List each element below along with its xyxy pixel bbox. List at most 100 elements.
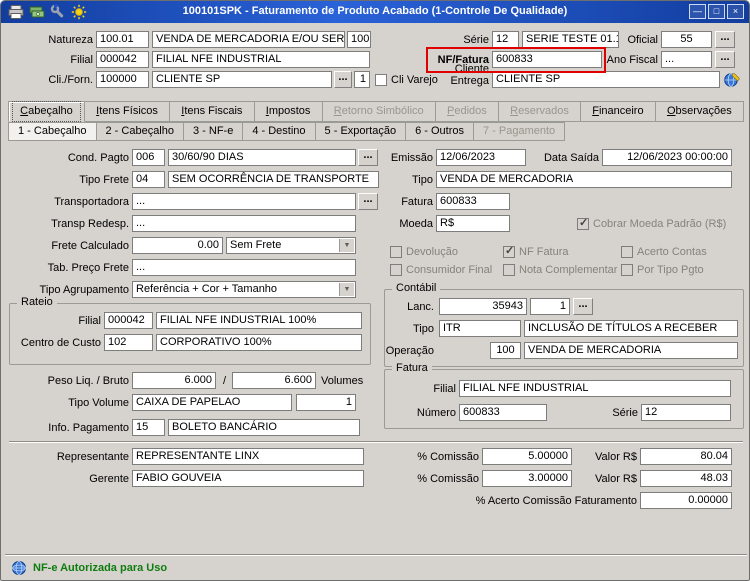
volumes-field[interactable]: 1 [296, 394, 356, 411]
tipo-label: Tipo [412, 174, 433, 186]
transp-redesp-field[interactable]: ... [132, 215, 356, 232]
lanc-browse-button[interactable]: ... [573, 298, 593, 315]
natureza-desc-field[interactable]: VENDA DE MERCADORIA E/OU SERVI [152, 31, 345, 48]
tab-observacoes[interactable]: Observações [655, 101, 744, 122]
ano-fiscal-label: Ano Fiscal [606, 54, 658, 66]
peso-liquido-field[interactable]: 6.000 [132, 372, 216, 389]
gerente-field[interactable]: FABIO GOUVEIA [132, 470, 364, 487]
centro-custo-desc-field[interactable]: CORPORATIVO 100% [156, 334, 362, 351]
representante-field[interactable]: REPRESENTANTE LINX [132, 448, 364, 465]
cli-forn-browse-button[interactable]: ... [334, 71, 352, 88]
natureza-extra-field[interactable]: 100 [347, 31, 371, 48]
tab-financeiro[interactable]: Financeiro [581, 101, 656, 122]
lanc-field[interactable]: 35943 [439, 298, 527, 315]
operacao-code-field[interactable]: 100 [490, 342, 521, 359]
centro-custo-code-field[interactable]: 102 [104, 334, 153, 351]
tipo-agrupamento-combobox[interactable]: Referência + Cor + Tamanho ▼ [132, 281, 356, 298]
tab-itens-fisicos-label: Itens Físicos [96, 105, 158, 117]
fatura-field[interactable]: 600833 [436, 193, 510, 210]
pct-comissao-rep-field[interactable]: 5.00000 [482, 448, 572, 465]
nf-fatura-field[interactable]: 600833 [492, 51, 602, 68]
globe-edit-icon[interactable] [723, 71, 740, 88]
tab-itens-fiscais[interactable]: Itens Fiscais [170, 101, 255, 122]
cli-forn-code-field[interactable]: 100000 [96, 71, 149, 88]
cli-forn-desc-field[interactable]: CLIENTE SP [152, 71, 332, 88]
filial-desc-field[interactable]: FILIAL NFE INDUSTRIAL [152, 51, 370, 68]
tab-cabecalho[interactable]: Cabeçalho [8, 101, 85, 122]
tipo-agrupamento-value: Referência + Cor + Tamanho [136, 283, 278, 295]
nota-complementar-checkbox [503, 264, 515, 276]
fatura-serie-field[interactable]: 12 [641, 404, 731, 421]
sub-tab-bar: 1 - Cabeçalho 2 - Cabeçalho 3 - NF-e 4 -… [8, 122, 566, 141]
tipo-frete-label: Tipo Frete [79, 174, 129, 186]
filial-code-field[interactable]: 000042 [96, 51, 149, 68]
numero-field[interactable]: 600833 [459, 404, 547, 421]
frete-tipo-combobox[interactable]: Sem Frete ▼ [226, 237, 356, 254]
representante-label: Representante [56, 451, 129, 463]
sun-icon[interactable] [71, 4, 87, 20]
tab-itens-fiscais-label: Itens Fiscais [181, 105, 243, 117]
fatura-serie-label: Série [612, 407, 638, 419]
cond-pagto-label: Cond. Pagto [67, 152, 129, 164]
printer-icon[interactable] [8, 4, 24, 20]
serie-code-field[interactable]: 12 [492, 31, 519, 48]
valor-rep-field[interactable]: 80.04 [640, 448, 732, 465]
cli-varejo-checkbox[interactable] [375, 74, 387, 86]
rateio-filial-desc-field[interactable]: FILIAL NFE INDUSTRIAL 100% [156, 312, 362, 329]
wrench-icon[interactable] [50, 4, 66, 20]
app-window: 100101SPK - Faturamento de Produto Acaba… [0, 0, 750, 581]
subtab-1-cabecalho[interactable]: 1 - Cabeçalho [8, 122, 97, 141]
por-tipo-pgto-label: Por Tipo Pgto [637, 264, 704, 276]
globe-icon [11, 560, 27, 576]
chevron-down-icon[interactable]: ▼ [339, 239, 354, 252]
emissao-field[interactable]: 12/06/2023 [436, 149, 526, 166]
cliente-entrega-field[interactable]: CLIENTE SP [492, 71, 720, 88]
data-saida-field[interactable]: 12/06/2023 00:00:00 [602, 149, 732, 166]
subtab-5-exportacao[interactable]: 5 - Exportação [315, 122, 407, 141]
subtab-2-cabecalho[interactable]: 2 - Cabeçalho [96, 122, 184, 141]
close-button[interactable]: × [727, 4, 744, 19]
transportadora-field[interactable]: ... [132, 193, 356, 210]
minimize-button[interactable]: — [689, 4, 706, 19]
window-controls: — □ × [689, 4, 744, 19]
valor-rep-label: Valor R$ [595, 451, 637, 463]
oficial-field[interactable]: 55 [661, 31, 712, 48]
money-icon[interactable] [29, 4, 45, 20]
section-divider [9, 441, 743, 443]
info-pagamento-code-field[interactable]: 15 [132, 419, 165, 436]
lanc-seq-field[interactable]: 1 [530, 298, 570, 315]
tipo-field[interactable]: VENDA DE MERCADORIA [436, 171, 732, 188]
ano-fiscal-browse-button[interactable]: ... [715, 51, 735, 68]
subtab-4-destino[interactable]: 4 - Destino [243, 122, 316, 141]
moeda-field[interactable]: R$ [436, 215, 510, 232]
cond-pagto-code-field[interactable]: 006 [132, 149, 165, 166]
frete-calculado-field[interactable]: 0.00 [132, 237, 223, 254]
contabil-tipo-desc-field[interactable]: INCLUSÃO DE TÍTULOS A RECEBER [524, 320, 738, 337]
info-pagamento-desc-field[interactable]: BOLETO BANCÁRIO [168, 419, 360, 436]
lanc-label: Lanc. [407, 301, 434, 313]
contabil-tipo-code-field[interactable]: ITR [439, 320, 521, 337]
tab-impostos[interactable]: Impostos [254, 101, 323, 122]
tab-impostos-label: Impostos [265, 105, 311, 117]
natureza-code-field[interactable]: 100.01 [96, 31, 149, 48]
tipo-frete-code-field[interactable]: 04 [132, 171, 165, 188]
tab-itens-fisicos[interactable]: Itens Físicos [84, 101, 171, 122]
valor-ger-field[interactable]: 48.03 [640, 470, 732, 487]
contabil-tipo-label: Tipo [413, 323, 434, 335]
acerto-comissao-field[interactable]: 0.00000 [640, 492, 732, 509]
fatura-filial-field[interactable]: FILIAL NFE INDUSTRIAL [459, 380, 731, 397]
subtab-3-nfe[interactable]: 3 - NF-e [184, 122, 244, 141]
pct-comissao-ger-field[interactable]: 3.00000 [482, 470, 572, 487]
rateio-filial-code-field[interactable]: 000042 [104, 312, 153, 329]
subtab-6-outros[interactable]: 6 - Outros [406, 122, 474, 141]
operacao-desc-field[interactable]: VENDA DE MERCADORIA [524, 342, 738, 359]
tab-preco-frete-field[interactable]: ... [132, 259, 356, 276]
cli-forn-seq-field[interactable]: 1 [354, 71, 370, 88]
ano-fiscal-field[interactable]: ... [661, 51, 712, 68]
serie-browse-button[interactable]: ... [715, 31, 735, 48]
cond-pagto-desc-field[interactable]: 30/60/90 DIAS [168, 149, 356, 166]
tipo-volume-field[interactable]: CAIXA DE PAPELAO [132, 394, 292, 411]
maximize-button[interactable]: □ [708, 4, 725, 19]
serie-desc-field[interactable]: SERIE TESTE 01.1 [522, 31, 619, 48]
peso-bruto-field[interactable]: 6.600 [232, 372, 316, 389]
